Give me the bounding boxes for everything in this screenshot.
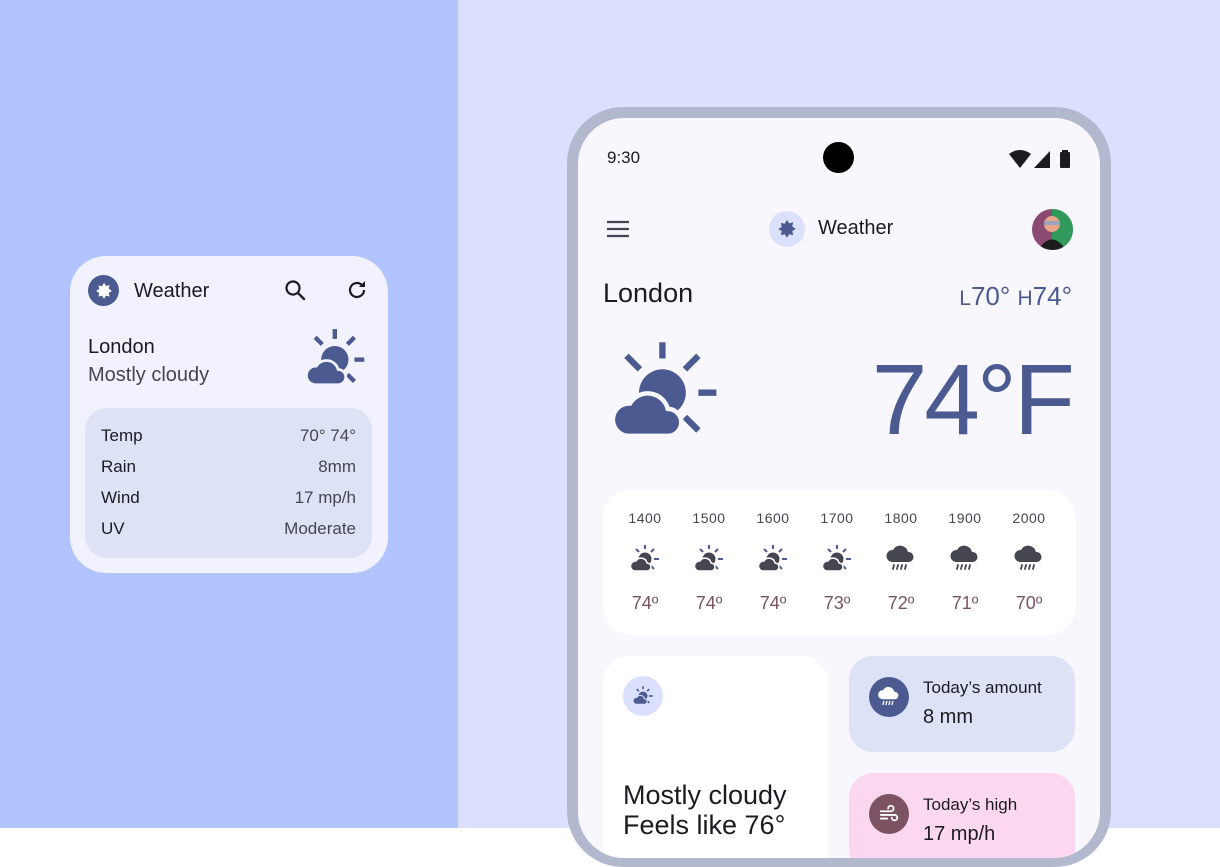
detail-row-uv: UV Moderate <box>101 519 356 541</box>
condition-text: Mostly cloudy Feels like 76° <box>623 780 787 840</box>
detail-label: Wind <box>101 488 140 507</box>
wifi-icon <box>1009 150 1031 168</box>
rain-card-title: Today’s amount <box>923 678 1042 697</box>
partly-cloudy-icon <box>693 544 725 579</box>
wind-card-value: 17 mp/h <box>923 823 996 845</box>
partly-cloudy-icon <box>304 328 370 393</box>
status-time: 9:30 <box>607 148 641 167</box>
app-title: Weather <box>818 217 894 239</box>
wind-card-title: Today’s high <box>923 795 1018 814</box>
camera-cutout <box>823 142 854 173</box>
battery-icon <box>1060 152 1070 168</box>
weather-widget[interactable]: Weather London Mostly cloudy Temp 70° 74… <box>70 256 388 573</box>
detail-label: Rain <box>101 457 136 476</box>
detail-label: UV <box>101 519 125 538</box>
hour-temp: 71º <box>951 593 979 613</box>
hourly-item: 1800 72º <box>873 490 929 635</box>
rain-icon <box>1013 544 1045 579</box>
rain-icon <box>885 544 917 579</box>
detail-value: 8mm <box>318 457 356 476</box>
phone-screen: 9:30 Weather London L70° H74° 74°F 1400 … <box>578 118 1100 858</box>
hourly-item: 1400 74º <box>617 490 673 635</box>
detail-row-temp: Temp 70° 74° <box>101 426 356 448</box>
wind-icon <box>869 794 909 834</box>
partly-cloudy-icon <box>610 340 720 445</box>
hourly-item: 1700 73º <box>809 490 865 635</box>
detail-value: Moderate <box>284 519 356 538</box>
sun-badge-icon <box>769 211 805 247</box>
hour-temp: 70º <box>1015 593 1043 613</box>
city-name: London <box>603 278 694 308</box>
avatar[interactable] <box>1032 209 1073 250</box>
signal-icon <box>1034 151 1050 168</box>
partly-cloudy-icon <box>757 544 789 579</box>
hour-label: 1700 <box>820 510 854 526</box>
widget-city: London <box>88 336 155 358</box>
current-temperature: 74°F <box>871 344 1075 456</box>
hour-label: 1500 <box>692 510 726 526</box>
hour-label: 1900 <box>948 510 982 526</box>
condition-line: Mostly cloudy <box>623 780 787 810</box>
hourly-forecast[interactable]: 1400 74º 1500 74º 1600 74º 1700 73º 1800… <box>603 490 1075 635</box>
detail-row-wind: Wind 17 mp/h <box>101 488 356 510</box>
wind-card[interactable]: Today’s high 17 mp/h <box>849 773 1075 858</box>
widget-condition: Mostly cloudy <box>88 364 210 386</box>
rain-card-value: 8 mm <box>923 706 973 728</box>
feels-like-line: Feels like 76° <box>623 810 786 840</box>
rain-amount-card[interactable]: Today’s amount 8 mm <box>849 656 1075 752</box>
hour-label: 1800 <box>884 510 918 526</box>
hour-temp: 72º <box>887 593 915 613</box>
menu-icon[interactable] <box>606 219 630 244</box>
detail-row-rain: Rain 8mm <box>101 457 356 479</box>
detail-value: 70° 74° <box>299 426 356 445</box>
low-temp: 70° <box>970 281 1011 311</box>
partly-cloudy-icon <box>821 544 853 579</box>
hourly-item: 2000 70º <box>1001 490 1057 635</box>
refresh-icon[interactable] <box>345 278 369 307</box>
partly-cloudy-icon <box>623 676 663 716</box>
detail-value: 17 mp/h <box>294 488 356 507</box>
hour-temp: 74º <box>759 593 787 613</box>
hourly-item: 1600 74º <box>745 490 801 635</box>
rain-icon <box>949 544 981 579</box>
widget-title: Weather <box>134 280 210 302</box>
sun-badge-icon <box>88 275 119 306</box>
high-temp: 74° <box>1032 281 1072 311</box>
hour-temp: 74º <box>695 593 723 613</box>
hour-label: 1400 <box>628 510 662 526</box>
hourly-item: 1500 74º <box>681 490 737 635</box>
hour-label: 2000 <box>1012 510 1046 526</box>
hour-label: 1600 <box>756 510 790 526</box>
status-icons <box>1008 149 1078 174</box>
search-icon[interactable] <box>283 278 307 307</box>
detail-label: Temp <box>101 426 143 445</box>
low-high: L70° H74° <box>959 281 1072 312</box>
hour-temp: 73º <box>823 593 851 613</box>
low-prefix: L <box>959 287 971 310</box>
hourly-item: 1900 71º <box>937 490 993 635</box>
widget-details: Temp 70° 74° Rain 8mm Wind 17 mp/h UV Mo… <box>85 408 372 558</box>
rain-icon <box>869 677 909 717</box>
hour-temp: 74º <box>631 593 659 613</box>
high-prefix: H <box>1017 287 1033 310</box>
partly-cloudy-icon <box>629 544 661 579</box>
